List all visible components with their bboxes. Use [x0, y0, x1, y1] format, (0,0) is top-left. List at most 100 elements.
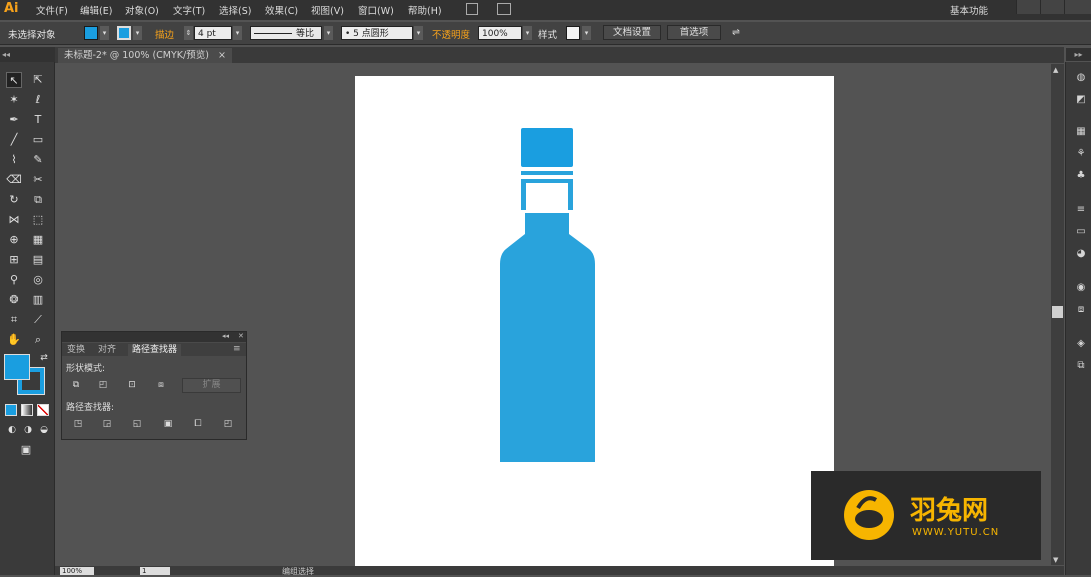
intersect-icon[interactable]: ⊡ — [126, 379, 138, 391]
slice-tool-icon[interactable]: ⟋ — [30, 312, 46, 328]
stroke-swatch[interactable] — [117, 26, 131, 40]
stroke-weight-input[interactable]: 4 pt — [194, 26, 232, 40]
free-transform-tool-icon[interactable]: ⬚ — [30, 212, 46, 228]
paintbrush-tool-icon[interactable]: ⌇ — [6, 152, 22, 168]
scrollbar-thumb[interactable] — [1052, 306, 1063, 318]
brush-dropdown-icon[interactable]: ▾ — [414, 26, 423, 40]
menu-select[interactable]: 选择(S) — [219, 3, 251, 17]
brush-select[interactable]: • 5 点圆形 — [341, 26, 413, 40]
scroll-down-icon[interactable]: ▼ — [1053, 556, 1058, 564]
crop-icon[interactable]: ▣ — [162, 418, 174, 430]
opacity-dropdown-icon[interactable]: ▾ — [523, 26, 532, 40]
rotate-tool-icon[interactable]: ↻ — [6, 192, 22, 208]
fill-swatch[interactable] — [84, 26, 98, 40]
color-panel-icon[interactable]: ◩ — [1074, 94, 1088, 106]
artboard-tool-icon[interactable]: ⌗ — [6, 312, 22, 328]
layers-icon[interactable]: ◈ — [1074, 338, 1088, 350]
mesh-tool-icon[interactable]: ⊞ — [6, 252, 22, 268]
blob-brush-tool-icon[interactable]: ⌫ — [6, 172, 22, 188]
document-tab[interactable]: 未标题-2* @ 100% (CMYK/预览) × — [58, 48, 232, 63]
draw-inside-icon[interactable]: ◒ — [36, 422, 52, 438]
perspective-grid-tool-icon[interactable]: ▦ — [30, 232, 46, 248]
bottle-artwork[interactable] — [355, 76, 834, 575]
menu-help[interactable]: 帮助(H) — [408, 3, 442, 17]
menu-edit[interactable]: 编辑(E) — [80, 3, 112, 17]
arrange-documents-icon[interactable] — [497, 3, 511, 15]
dock-collapse-icon[interactable]: ▸▸ — [1066, 48, 1091, 61]
preferences-button[interactable]: 首选项 — [667, 25, 721, 40]
stroke-label[interactable]: 描边 — [155, 27, 174, 41]
lasso-tool-icon[interactable]: ℓ — [30, 92, 46, 108]
gradient-panel-icon[interactable]: ▭ — [1074, 226, 1088, 238]
artboards-icon[interactable]: ⧉ — [1074, 360, 1088, 372]
menu-view[interactable]: 视图(V) — [311, 3, 344, 17]
bridge-icon[interactable] — [466, 3, 478, 15]
expand-button[interactable]: 扩展 — [182, 378, 241, 393]
pen-tool-icon[interactable]: ✒ — [6, 112, 22, 128]
unite-icon[interactable]: ⧉ — [70, 379, 82, 391]
eyedropper-tool-icon[interactable]: ⚲ — [6, 272, 22, 288]
draw-behind-icon[interactable]: ◑ — [20, 422, 36, 438]
panel-collapse-icon[interactable]: ◂◂ — [222, 332, 229, 340]
zoom-tool-icon[interactable]: ⌕ — [30, 332, 46, 348]
maximize-icon[interactable] — [1040, 0, 1064, 14]
panel-header[interactable] — [62, 332, 246, 342]
gradient-mode-icon[interactable] — [21, 404, 33, 416]
minimize-icon[interactable] — [1016, 0, 1040, 14]
scroll-up-icon[interactable]: ▲ — [1053, 66, 1058, 74]
type-tool-icon[interactable]: T — [30, 112, 46, 128]
panel-close-icon[interactable]: ✕ — [238, 332, 244, 340]
stroke-panel-icon[interactable]: ≡ — [1074, 204, 1088, 216]
blend-tool-icon[interactable]: ◎ — [30, 272, 46, 288]
document-setup-button[interactable]: 文档设置 — [603, 25, 661, 40]
minus-front-icon[interactable]: ◰ — [97, 379, 109, 391]
menu-type[interactable]: 文字(T) — [173, 3, 205, 17]
tab-close-icon[interactable]: × — [218, 50, 226, 61]
merge-icon[interactable]: ◱ — [131, 418, 143, 430]
artboard-number-field[interactable]: 1 — [140, 567, 170, 575]
zoom-level-field[interactable]: 100% — [60, 567, 94, 575]
none-mode-icon[interactable] — [37, 404, 49, 416]
style-swatch[interactable] — [566, 26, 580, 40]
swap-colors-icon[interactable]: ⇄ — [36, 350, 52, 366]
stroke-dropdown-icon[interactable]: ▾ — [133, 26, 142, 40]
tab-align[interactable]: 对齐 — [98, 344, 116, 356]
menu-file[interactable]: 文件(F) — [36, 3, 68, 17]
width-tool-icon[interactable]: ⋈ — [6, 212, 22, 228]
selection-tool-icon[interactable]: ↖ — [6, 72, 22, 88]
fill-dropdown-icon[interactable]: ▾ — [100, 26, 109, 40]
transparency-icon[interactable]: ◕ — [1074, 248, 1088, 260]
gradient-tool-icon[interactable]: ▤ — [30, 252, 46, 268]
workspace-switcher[interactable]: 基本功能 — [950, 3, 988, 17]
shape-builder-tool-icon[interactable]: ⊕ — [6, 232, 22, 248]
trim-icon[interactable]: ◲ — [101, 418, 113, 430]
style-dropdown-icon[interactable]: ▾ — [582, 26, 591, 40]
scissors-tool-icon[interactable]: ✂ — [30, 172, 46, 188]
stroke-profile-dropdown-icon[interactable]: ▾ — [324, 26, 333, 40]
column-graph-tool-icon[interactable]: ▥ — [30, 292, 46, 308]
pencil-tool-icon[interactable]: ✎ — [30, 152, 46, 168]
hand-tool-icon[interactable]: ✋ — [6, 332, 22, 348]
panel-options-icon[interactable]: ⇌ — [732, 27, 740, 38]
tab-pathfinder[interactable]: 路径查找器 — [128, 344, 182, 356]
stroke-weight-dropdown-icon[interactable]: ▾ — [233, 26, 242, 40]
rectangle-tool-icon[interactable]: ▭ — [30, 132, 46, 148]
stroke-profile-select[interactable]: 等比 — [250, 26, 322, 40]
menu-effect[interactable]: 效果(C) — [265, 3, 298, 17]
exclude-icon[interactable]: ⧈ — [155, 379, 167, 391]
graphic-styles-icon[interactable]: ⧈ — [1074, 304, 1088, 316]
color-guide-icon[interactable]: ◍ — [1074, 72, 1088, 84]
close-window-icon[interactable] — [1064, 0, 1091, 14]
swatches-icon[interactable]: ▦ — [1074, 126, 1088, 138]
direct-selection-tool-icon[interactable]: ⇱ — [30, 72, 46, 88]
panel-menu-icon[interactable]: ≡ — [233, 344, 241, 354]
draw-normal-icon[interactable]: ◐ — [4, 422, 20, 438]
symbol-sprayer-tool-icon[interactable]: ❂ — [6, 292, 22, 308]
line-tool-icon[interactable]: ╱ — [6, 132, 22, 148]
menu-window[interactable]: 窗口(W) — [358, 3, 394, 17]
brushes-icon[interactable]: ⚘ — [1074, 148, 1088, 160]
minus-back-icon[interactable]: ◰ — [222, 418, 234, 430]
toolbox-header[interactable]: ◂◂ — [0, 47, 55, 62]
magic-wand-tool-icon[interactable]: ✶ — [6, 92, 22, 108]
symbols-icon[interactable]: ♣ — [1074, 170, 1088, 182]
